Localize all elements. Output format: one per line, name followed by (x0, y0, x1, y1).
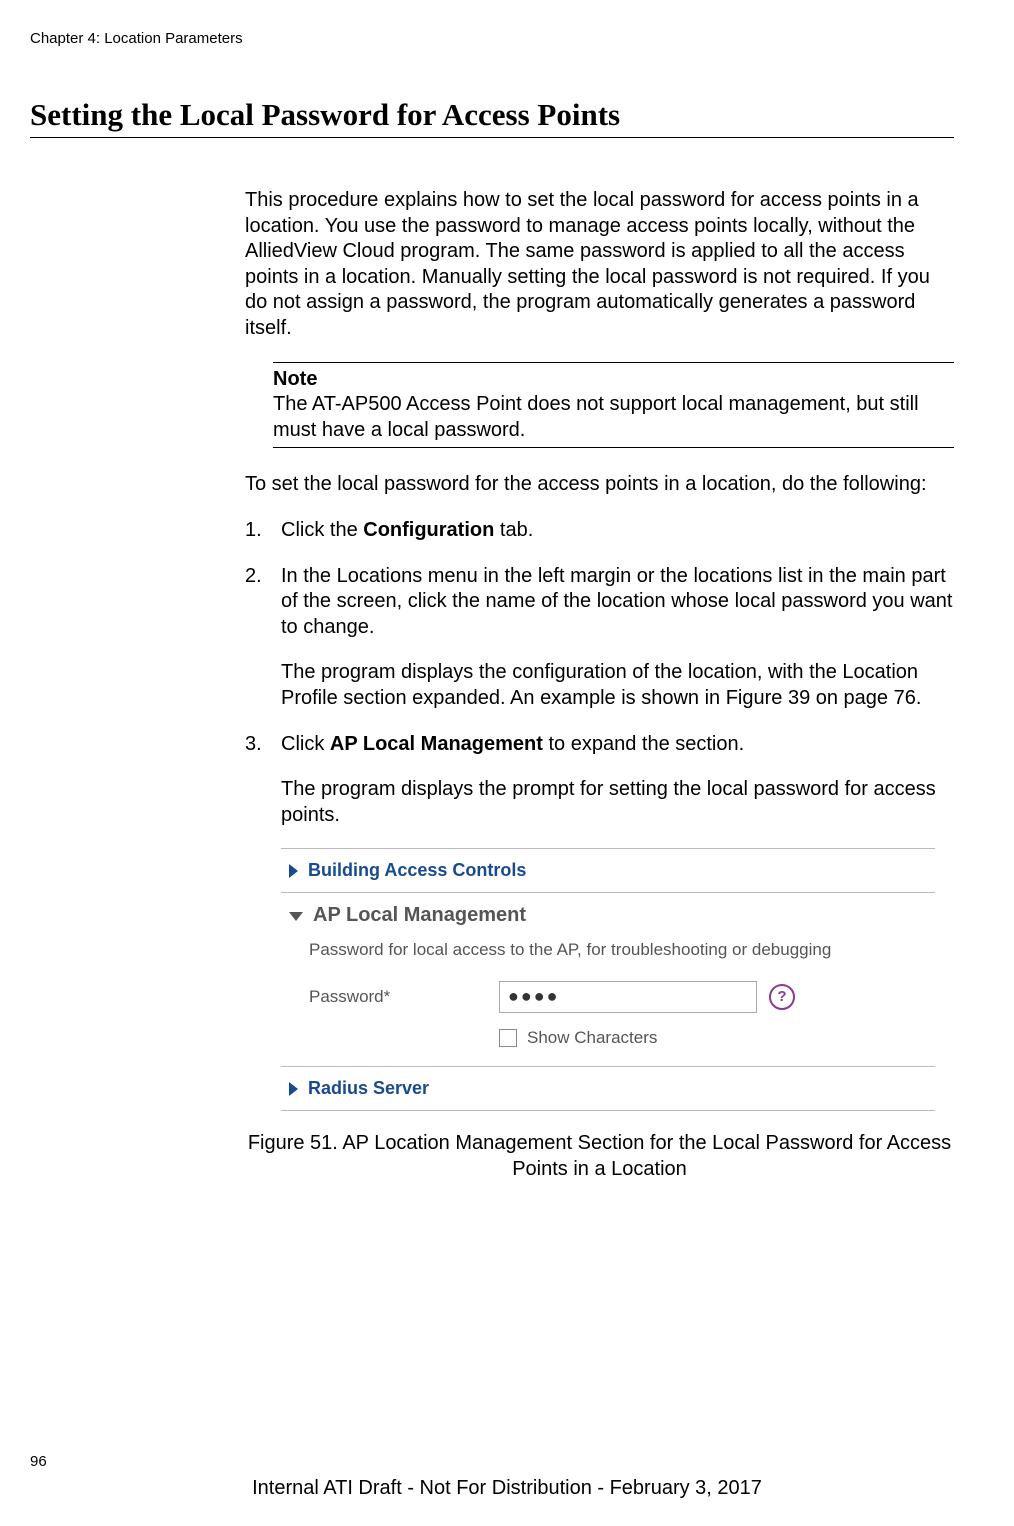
intro-paragraph: This procedure explains how to set the l… (245, 188, 954, 342)
footer-disclaimer: Internal ATI Draft - Not For Distributio… (0, 1477, 1014, 1500)
accordion-radius-server[interactable]: Radius Server (281, 1067, 935, 1110)
step-2: In the Locations menu in the left margin… (245, 564, 954, 712)
step-3: Click AP Local Management to expand the … (245, 732, 954, 829)
note-rule-top (273, 362, 954, 363)
note-box: Note The AT-AP500 Access Point does not … (273, 362, 954, 449)
show-characters-label: Show Characters (527, 1027, 657, 1049)
chevron-down-icon (289, 912, 303, 921)
step-1-post: tab. (494, 519, 533, 541)
step-3-sub: The program displays the prompt for sett… (281, 777, 954, 828)
accordion-label: Radius Server (308, 1077, 429, 1100)
title-rule (30, 137, 954, 138)
step-1-bold: Configuration (363, 519, 494, 541)
step-2-sub: The program displays the configuration o… (281, 660, 954, 711)
accordion-label: AP Local Management (313, 903, 526, 929)
section-title: Setting the Local Password for Access Po… (30, 97, 954, 133)
show-characters-checkbox[interactable] (499, 1029, 517, 1047)
password-input[interactable]: ●●●● (499, 981, 757, 1013)
accordion-building-access-controls[interactable]: Building Access Controls (281, 849, 935, 892)
lead-paragraph: To set the local password for the access… (245, 472, 954, 498)
chevron-right-icon (289, 1082, 298, 1096)
figure-caption: Figure 51. AP Location Management Sectio… (245, 1131, 954, 1182)
note-rule-bottom (273, 447, 954, 448)
step-3-pre: Click (281, 733, 330, 755)
step-1-pre: Click the (281, 519, 363, 541)
step-2-text: In the Locations menu in the left margin… (281, 565, 952, 638)
accordion-ap-local-management[interactable]: AP Local Management (281, 893, 935, 939)
help-icon[interactable]: ? (769, 984, 795, 1010)
password-label: Password* (309, 986, 499, 1008)
chevron-right-icon (289, 864, 298, 878)
step-1: Click the Configuration tab. (245, 518, 954, 544)
note-text: The AT-AP500 Access Point does not suppo… (273, 392, 954, 443)
password-description: Password for local access to the AP, for… (281, 939, 935, 975)
page-number: 96 (30, 1453, 47, 1470)
accordion-label: Building Access Controls (308, 859, 526, 882)
step-3-post: to expand the section. (543, 733, 744, 755)
step-3-bold: AP Local Management (330, 733, 543, 755)
note-label: Note (273, 367, 954, 393)
chapter-header: Chapter 4: Location Parameters (30, 30, 954, 47)
figure-ap-local-management: Building Access Controls AP Local Manage… (281, 848, 935, 1111)
